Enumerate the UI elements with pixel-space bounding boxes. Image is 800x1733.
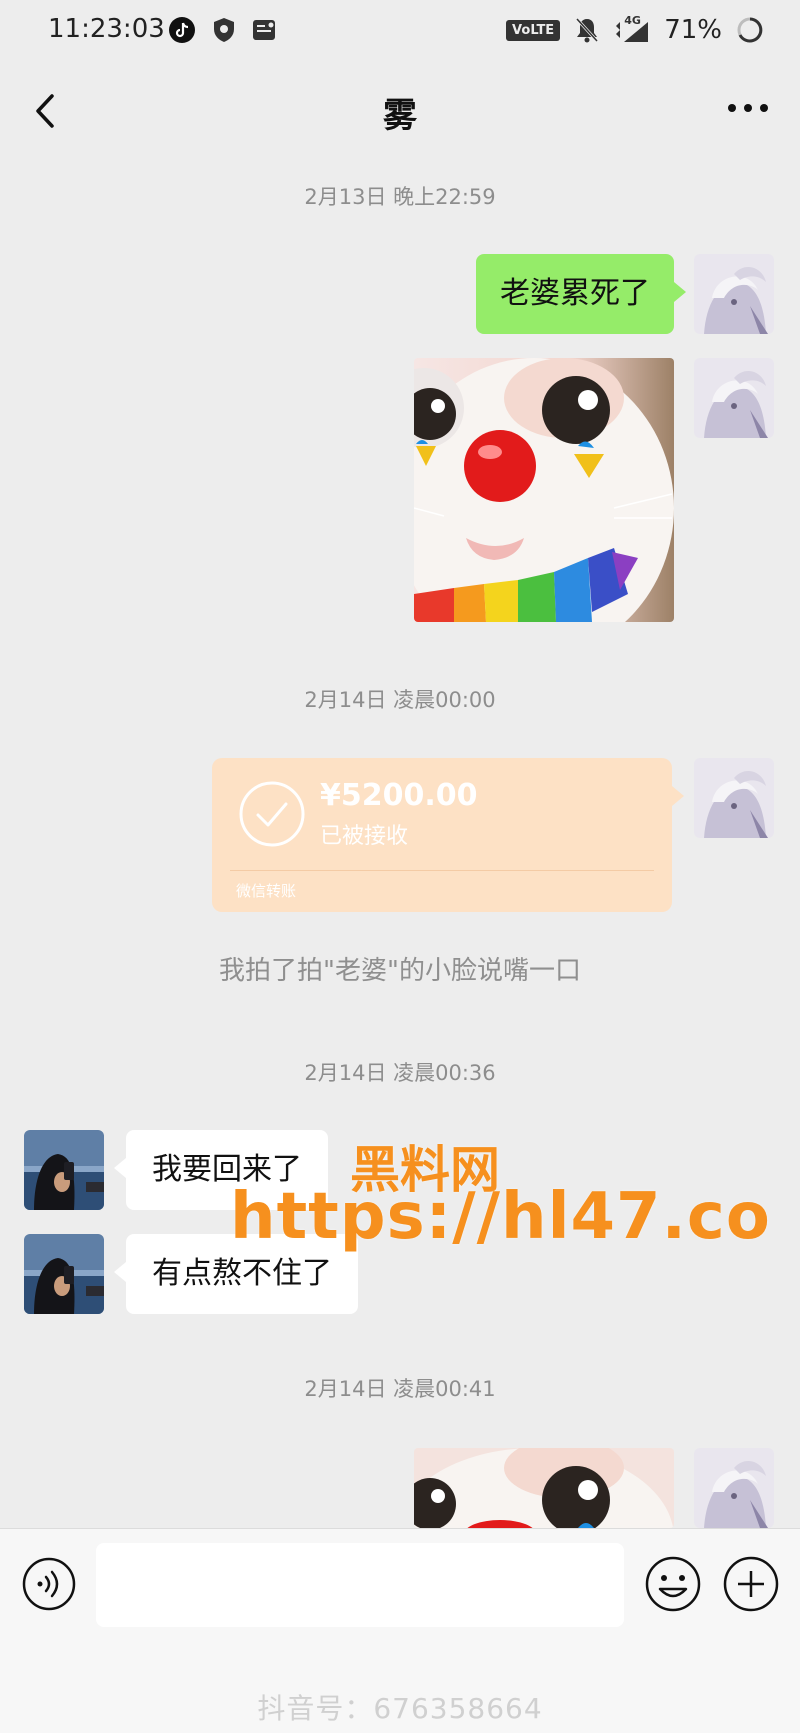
plus-icon[interactable] <box>722 1555 780 1613</box>
cat-sticker-image[interactable] <box>414 1448 674 1528</box>
more-dots-icon[interactable] <box>726 96 770 120</box>
contact-avatar[interactable] <box>24 1130 104 1210</box>
emoji-icon[interactable] <box>644 1555 702 1613</box>
cat-sticker-image[interactable] <box>414 358 674 622</box>
chat-header: 雾 <box>0 60 800 160</box>
check-circle-icon <box>239 781 305 847</box>
pat-system-note: 我拍了拍"老婆"的小脸说嘴一口 <box>219 956 581 986</box>
transfer-amount: ¥5200.00 <box>320 778 478 813</box>
timestamp: 2月14日 凌晨00:36 <box>304 1061 496 1085</box>
outgoing-message[interactable]: 老婆累死了 <box>476 254 686 334</box>
message-input[interactable] <box>96 1543 624 1627</box>
contact-avatar[interactable] <box>24 1234 104 1314</box>
timestamp: 2月13日 晚上22:59 <box>304 185 496 209</box>
signal-icon: 4G <box>614 14 650 44</box>
status-time: 11:23:03 <box>48 14 165 44</box>
battery-percent: 71% <box>664 15 722 45</box>
transfer-status: 已被接收 <box>320 824 409 849</box>
my-avatar[interactable] <box>694 358 774 438</box>
transfer-card[interactable]: ¥5200.00 已被接收 微信转账 <box>212 758 684 912</box>
timestamp: 2月14日 凌晨00:00 <box>304 688 496 712</box>
timestamp: 2月14日 凌晨00:41 <box>304 1377 496 1401</box>
voice-icon[interactable] <box>22 1557 76 1611</box>
cell-bars-icon <box>616 22 649 42</box>
chat-title: 雾 <box>383 96 417 136</box>
mute-bell-icon <box>576 17 599 43</box>
my-avatar[interactable] <box>694 254 774 334</box>
transfer-footer: 微信转账 <box>236 882 297 900</box>
message-status-icon <box>253 20 275 40</box>
volte-badge: VoLTE <box>506 19 561 41</box>
my-avatar[interactable] <box>694 1448 774 1528</box>
my-avatar[interactable] <box>694 758 774 838</box>
tiktok-icon <box>169 17 195 43</box>
watermark-url: https://hl47.co <box>230 1180 771 1254</box>
shield-icon <box>214 18 234 42</box>
battery-ring-icon <box>737 17 763 43</box>
input-bar: 抖音号：676358664 <box>0 1528 800 1733</box>
status-bar: 11:23:03 VoLTE 4G 71% <box>0 0 800 60</box>
transfer-divider <box>230 870 654 871</box>
douyin-id-watermark: 抖音号：676358664 <box>257 1692 543 1725</box>
status-right: VoLTE 4G 71% <box>506 12 764 48</box>
